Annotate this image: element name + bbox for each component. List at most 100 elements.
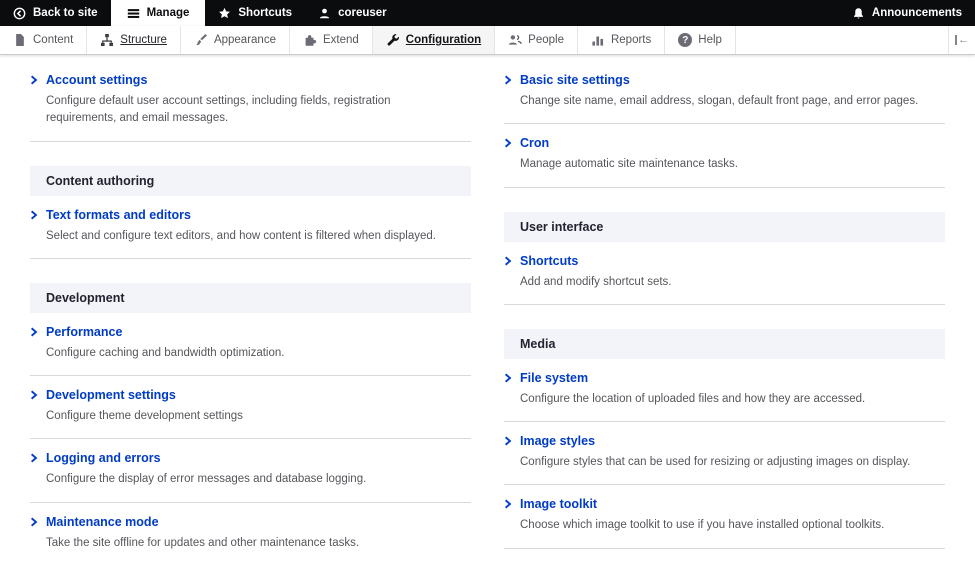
right-column: Basic site settings Change site name, em…	[504, 61, 945, 565]
config-link-label: Image styles	[520, 434, 596, 448]
tab-people-label: People	[528, 34, 564, 46]
bell-icon	[852, 7, 865, 20]
config-link-label: Image toolkit	[520, 497, 598, 512]
config-link-performance[interactable]: Performance	[30, 325, 471, 339]
list-item: Image styles Configure styles that can b…	[504, 422, 945, 486]
config-description: Configure the display of error messages …	[46, 473, 367, 486]
chevron-right-icon	[30, 390, 38, 400]
tab-structure[interactable]: Structure	[87, 26, 181, 54]
config-link-account-settings[interactable]: Account settings	[30, 73, 471, 87]
config-description: Select and configure text editors, and h…	[46, 229, 436, 242]
list-item: Text formats and editors Select and conf…	[30, 196, 471, 259]
wrench-icon	[386, 33, 400, 47]
tab-extend-label: Extend	[322, 34, 359, 46]
config-link-label: Basic site settings	[520, 73, 630, 87]
toolbar-top: Back to site Manage Shortcuts coreuser A…	[0, 0, 975, 26]
config-link-label: Maintenance mode	[46, 514, 159, 529]
section-header: Development	[30, 282, 471, 313]
chevron-right-icon	[30, 327, 38, 337]
toolbar-orientation-toggle-icon[interactable]: ←	[948, 26, 975, 54]
people-icon	[508, 33, 522, 47]
manage-tab[interactable]: Manage	[110, 0, 206, 26]
chevron-right-icon	[30, 453, 38, 463]
config-link-maintenance-mode[interactable]: Maintenance mode	[30, 515, 471, 529]
config-description: Configure theme development settings	[46, 410, 243, 422]
section-development: Development Performance Configure cachin…	[30, 282, 471, 565]
config-description: Add and modify shortcut sets.	[520, 275, 672, 288]
config-link-development-settings[interactable]: Development settings	[30, 388, 471, 402]
manage-label: Manage	[146, 7, 190, 19]
tab-configuration[interactable]: Configuration	[372, 26, 496, 54]
section-user-interface: User interface Shortcuts Add and modify …	[504, 211, 945, 305]
list-item: Performance Configure caching and bandwi…	[30, 313, 471, 376]
section-content-authoring: Content authoring Text formats and edito…	[30, 165, 471, 259]
config-description: Manage automatic site maintenance tasks.	[520, 158, 738, 171]
puzzle-icon	[303, 33, 317, 47]
back-arrow-icon	[13, 7, 26, 20]
config-link-text-formats[interactable]: Text formats and editors	[30, 208, 471, 222]
tab-people[interactable]: People	[495, 26, 578, 54]
config-description: Configure the location of uploaded files…	[520, 392, 866, 405]
back-to-site-label: Back to site	[33, 7, 98, 19]
config-link-image-styles[interactable]: Image styles	[504, 434, 945, 448]
list-item: Account settings Configure default user …	[30, 61, 471, 142]
config-link-cron[interactable]: Cron	[504, 136, 945, 150]
config-link-label: Performance	[46, 324, 123, 339]
config-link-logging-errors[interactable]: Logging and errors	[30, 451, 471, 465]
configuration-page: Account settings Configure default user …	[0, 55, 975, 565]
announcements-button[interactable]: Announcements	[839, 0, 975, 26]
bar-chart-icon	[591, 33, 605, 47]
chevron-right-icon	[504, 436, 512, 446]
config-link-label: Shortcuts	[520, 253, 579, 268]
section-header: Media	[504, 328, 945, 359]
sitemap-icon	[100, 33, 114, 47]
config-link-label: Cron	[520, 136, 550, 151]
section-header: Content authoring	[30, 165, 471, 196]
tab-extend[interactable]: Extend	[290, 26, 373, 54]
config-link-label: Logging and errors	[46, 451, 161, 466]
tab-reports[interactable]: Reports	[578, 26, 666, 54]
config-link-file-system[interactable]: File system	[504, 371, 945, 385]
list-item: Basic site settings Change site name, em…	[504, 61, 945, 125]
config-description: Change site name, email address, slogan,…	[520, 95, 919, 107]
config-description: Configure styles that can be used for re…	[520, 456, 911, 468]
star-icon	[218, 7, 231, 20]
config-link-label: Development settings	[46, 388, 176, 402]
tab-structure-label: Structure	[120, 34, 167, 46]
username-label: coreuser	[338, 7, 387, 19]
tab-appearance[interactable]: Appearance	[181, 26, 290, 54]
list-item: Cron Manage automatic site maintenance t…	[504, 124, 945, 188]
toolbar-admin-menu: Content Structure Appearance Extend Conf…	[0, 26, 975, 55]
shortcuts-toolbar-button[interactable]: Shortcuts	[205, 0, 305, 26]
chevron-right-icon	[30, 517, 38, 527]
hamburger-icon	[127, 7, 140, 20]
config-description: Configure default user account settings,…	[46, 95, 391, 125]
user-icon	[318, 7, 331, 20]
chevron-right-icon	[30, 75, 38, 85]
chevron-right-icon	[504, 75, 512, 85]
tab-help[interactable]: ? Help	[665, 26, 736, 54]
config-description: Choose which image toolkit to use if you…	[520, 519, 885, 532]
tab-content[interactable]: Content	[0, 26, 88, 54]
tab-help-label: Help	[698, 34, 722, 46]
config-link-label: File system	[520, 370, 589, 385]
config-link-basic-site-settings[interactable]: Basic site settings	[504, 73, 945, 87]
chevron-right-icon	[504, 499, 512, 509]
config-link-shortcuts[interactable]: Shortcuts	[504, 254, 945, 268]
list-item: File system Configure the location of up…	[504, 359, 945, 422]
config-link-image-toolkit[interactable]: Image toolkit	[504, 497, 945, 511]
user-account-button[interactable]: coreuser	[305, 0, 400, 26]
left-column: Account settings Configure default user …	[30, 61, 471, 565]
config-link-label: Account settings	[46, 73, 148, 87]
chevron-right-icon	[504, 256, 512, 266]
list-item: Image toolkit Choose which image toolkit…	[504, 485, 945, 549]
shortcuts-toolbar-label: Shortcuts	[238, 7, 293, 19]
config-description: Take the site offline for updates and ot…	[46, 536, 360, 549]
section-system: Basic site settings Change site name, em…	[504, 61, 945, 188]
back-to-site-button[interactable]: Back to site	[0, 0, 111, 26]
section-header: User interface	[504, 211, 945, 242]
chevron-right-icon	[30, 210, 38, 220]
config-description: Configure caching and bandwidth optimiza…	[46, 346, 285, 359]
paintbrush-icon	[194, 33, 208, 47]
help-icon: ?	[678, 33, 693, 47]
